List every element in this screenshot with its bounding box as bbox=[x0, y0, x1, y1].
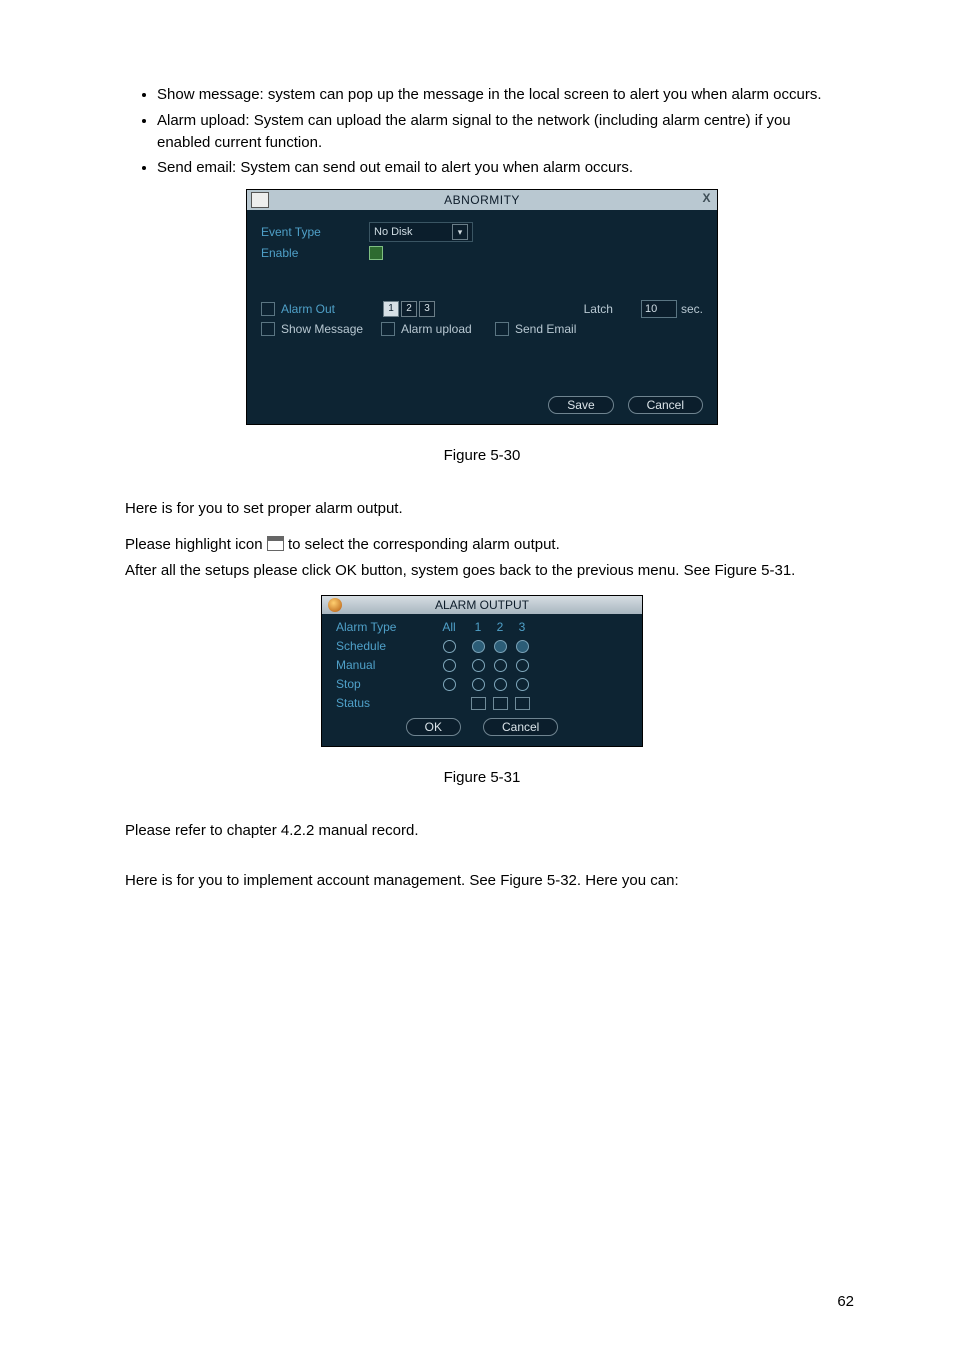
manual-label: Manual bbox=[336, 658, 431, 672]
alarm-upload-checkbox[interactable] bbox=[381, 322, 395, 336]
page-number: 62 bbox=[837, 1293, 854, 1310]
alarm-out-2[interactable]: 2 bbox=[401, 301, 417, 317]
show-message-label: Show Message bbox=[281, 322, 381, 336]
abnormity-dialog: ABNORMITY X Event Type No Disk ▾ Enable … bbox=[246, 189, 718, 425]
col-2: 2 bbox=[497, 620, 504, 634]
manual-all-radio[interactable] bbox=[443, 659, 456, 672]
ok-button[interactable]: OK bbox=[406, 718, 461, 736]
latch-input[interactable] bbox=[641, 300, 677, 318]
refer-manual-record-para: Please refer to chapter 4.2.2 manual rec… bbox=[125, 820, 839, 842]
status-3 bbox=[515, 697, 530, 710]
save-button[interactable]: Save bbox=[548, 396, 613, 414]
status-2 bbox=[493, 697, 508, 710]
system-icon bbox=[251, 192, 269, 208]
highlight-icon bbox=[267, 536, 284, 551]
bullet-send-email: Send email: System can send out email to… bbox=[157, 157, 839, 179]
figure-5-31-caption: Figure 5-31 bbox=[125, 769, 839, 786]
latch-label: Latch bbox=[584, 302, 613, 316]
cancel-button-2[interactable]: Cancel bbox=[483, 718, 558, 736]
stop-2-radio[interactable] bbox=[494, 678, 507, 691]
stop-1-radio[interactable] bbox=[472, 678, 485, 691]
abnormity-titlebar: ABNORMITY X bbox=[247, 190, 717, 210]
stop-all-radio[interactable] bbox=[443, 678, 456, 691]
alarm-icon bbox=[328, 598, 342, 612]
col-3: 3 bbox=[519, 620, 526, 634]
alarm-out-3[interactable]: 3 bbox=[419, 301, 435, 317]
after-setup-para: After all the setups please click OK but… bbox=[125, 560, 839, 582]
highlight-icon-text-a: Please highlight icon bbox=[125, 536, 267, 553]
description-bullets: Show message: system can pop up the mess… bbox=[125, 84, 839, 179]
schedule-all-radio[interactable] bbox=[443, 640, 456, 653]
event-type-select[interactable]: No Disk ▾ bbox=[369, 222, 473, 242]
close-icon[interactable]: X bbox=[702, 191, 711, 205]
status-label: Status bbox=[336, 696, 431, 710]
alarm-out-checkbox[interactable] bbox=[261, 302, 275, 316]
event-type-label: Event Type bbox=[261, 225, 369, 239]
enable-checkbox[interactable] bbox=[369, 246, 383, 260]
stop-3-radio[interactable] bbox=[516, 678, 529, 691]
manual-1-radio[interactable] bbox=[472, 659, 485, 672]
highlight-icon-para: Please highlight icon to select the corr… bbox=[125, 534, 839, 556]
schedule-1-radio[interactable] bbox=[472, 640, 485, 653]
bullet-alarm-upload: Alarm upload: System can upload the alar… bbox=[157, 110, 839, 154]
alarm-output-title: ALARM OUTPUT bbox=[435, 598, 529, 612]
alarm-output-titlebar: ALARM OUTPUT bbox=[322, 596, 642, 614]
enable-label: Enable bbox=[261, 246, 369, 260]
schedule-2-radio[interactable] bbox=[494, 640, 507, 653]
chevron-down-icon: ▾ bbox=[452, 224, 468, 240]
schedule-3-radio[interactable] bbox=[516, 640, 529, 653]
cancel-button[interactable]: Cancel bbox=[628, 396, 703, 414]
status-1 bbox=[471, 697, 486, 710]
event-type-value: No Disk bbox=[374, 226, 413, 238]
all-header: All bbox=[442, 620, 455, 634]
alarm-out-label: Alarm Out bbox=[281, 302, 363, 316]
bullet-show-message: Show message: system can pop up the mess… bbox=[157, 84, 839, 106]
manual-2-radio[interactable] bbox=[494, 659, 507, 672]
send-email-checkbox[interactable] bbox=[495, 322, 509, 336]
stop-label: Stop bbox=[336, 677, 431, 691]
latch-unit: sec. bbox=[681, 302, 703, 316]
alarm-type-label: Alarm Type bbox=[336, 620, 431, 634]
show-message-checkbox[interactable] bbox=[261, 322, 275, 336]
col-1: 1 bbox=[475, 620, 482, 634]
send-email-label: Send Email bbox=[515, 322, 576, 336]
figure-5-30-caption: Figure 5-30 bbox=[125, 447, 839, 464]
alarm-output-dialog: ALARM OUTPUT Alarm Type All 1 2 3 Schedu… bbox=[321, 595, 643, 747]
account-management-para: Here is for you to implement account man… bbox=[125, 870, 839, 892]
alarm-upload-label: Alarm upload bbox=[401, 322, 495, 336]
alarm-output-intro: Here is for you to set proper alarm outp… bbox=[125, 498, 839, 520]
alarm-out-1[interactable]: 1 bbox=[383, 301, 399, 317]
schedule-label: Schedule bbox=[336, 639, 431, 653]
highlight-icon-text-b: to select the corresponding alarm output… bbox=[288, 536, 560, 553]
manual-3-radio[interactable] bbox=[516, 659, 529, 672]
abnormity-title: ABNORMITY bbox=[444, 193, 520, 207]
